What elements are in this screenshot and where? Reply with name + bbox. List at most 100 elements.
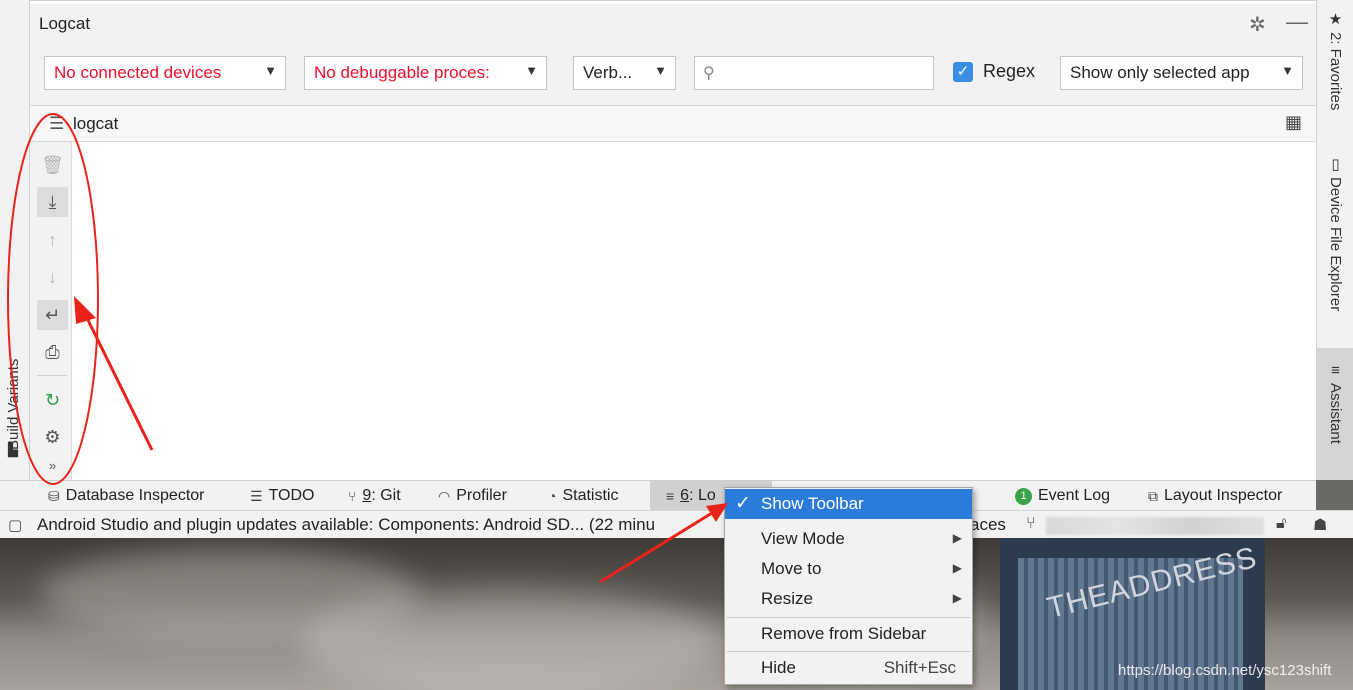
- hamburger-icon[interactable]: ☰: [49, 114, 64, 134]
- logcat-content-tab-bar: ☰ logcat ▦: [30, 106, 1316, 142]
- tool-window-toggle-icon[interactable]: ▢: [8, 516, 22, 534]
- todo-tab[interactable]: ☰ TODO: [250, 481, 315, 511]
- branch-icon: ⑂: [348, 488, 357, 504]
- layout-inspector-tab[interactable]: ⧉ Layout Inspector: [1148, 481, 1282, 511]
- log-output-area[interactable]: [72, 142, 1316, 481]
- favorites-label: 2: Favorites: [1327, 32, 1344, 111]
- logcat-tool-window: Logcat ✲ — No connected devices ▼ No deb…: [30, 0, 1316, 481]
- event-log-label: Event Log: [1038, 487, 1111, 504]
- menu-item-label: Show Toolbar: [761, 494, 864, 513]
- trash-icon[interactable]: 🗑: [37, 150, 68, 180]
- chevron-down-icon: ▼: [654, 63, 667, 78]
- git-label-text: : Git: [371, 487, 401, 504]
- device-file-explorer-tab[interactable]: ▯ Device File Explorer: [1317, 155, 1353, 335]
- favorites-tab[interactable]: ★ 2: Favorites: [1317, 10, 1353, 140]
- chevron-down-icon: ▼: [264, 63, 277, 78]
- log-level-select[interactable]: Verb... ▼: [573, 56, 676, 90]
- right-tool-strip: ★ 2: Favorites ▯ Device File Explorer ≡ …: [1316, 0, 1353, 480]
- tool-window-title: Logcat: [39, 14, 91, 33]
- star-icon: ★: [1328, 11, 1343, 28]
- menu-item-resize[interactable]: Resize ▶: [725, 584, 972, 614]
- inspector-agent-icon[interactable]: ☗: [1313, 515, 1327, 535]
- scroll-to-end-icon[interactable]: ⤓: [37, 187, 68, 217]
- gauge-icon: ◠: [438, 487, 451, 504]
- profiler-label: Profiler: [456, 487, 507, 504]
- cloud-shape: [300, 588, 720, 690]
- status-bar: ▢ Android Studio and plugin updates avai…: [0, 510, 1353, 538]
- settings-icon[interactable]: ⚙: [37, 422, 68, 452]
- todo-label: TODO: [268, 487, 315, 504]
- menu-item-label: Move to: [761, 559, 822, 578]
- app-filter-select[interactable]: Show only selected app ▼: [1060, 56, 1303, 90]
- menu-item-remove-from-sidebar[interactable]: Remove from Sidebar: [725, 619, 972, 649]
- context-menu: ✓ Show Toolbar View Mode ▶ Move to ▶ Res…: [724, 487, 973, 685]
- bottom-tool-bar: ⛁ Database Inspector ☰ TODO ⑂ 9: Git ◠ P…: [0, 480, 1316, 511]
- chevron-down-icon: ▼: [1281, 63, 1294, 78]
- tool-window-header: Logcat ✲ —: [30, 4, 1316, 42]
- build-variants-icon: ▙: [8, 442, 18, 457]
- menu-item-view-mode[interactable]: View Mode ▶: [725, 524, 972, 554]
- git-tab[interactable]: ⑂ 9: Git: [348, 481, 401, 511]
- list-icon: ≡: [1331, 362, 1340, 379]
- device-select-value: No connected devices: [54, 63, 222, 82]
- minimize-icon[interactable]: —: [1286, 9, 1308, 35]
- checkmark-icon: ✓: [735, 493, 751, 514]
- logcat-filter-bar: No connected devices ▼ No debuggable pro…: [30, 42, 1316, 106]
- database-inspector-label: Database Inspector: [65, 487, 205, 504]
- soft-wrap-icon[interactable]: ↵: [37, 300, 68, 330]
- pie-chart-icon: ◔: [548, 488, 557, 504]
- submenu-arrow-icon: ▶: [952, 591, 962, 605]
- submenu-arrow-icon: ▶: [952, 531, 962, 545]
- menu-item-label: Hide: [761, 658, 796, 677]
- list-icon: ≡: [666, 488, 675, 504]
- layout-inspector-label: Layout Inspector: [1164, 487, 1283, 504]
- device-select[interactable]: No connected devices ▼: [44, 56, 286, 90]
- menu-item-show-toolbar[interactable]: ✓ Show Toolbar: [725, 489, 972, 519]
- menu-item-move-to[interactable]: Move to ▶: [725, 554, 972, 584]
- down-arrow-icon[interactable]: ↓: [37, 262, 68, 292]
- process-select-value: No debuggable proces:: [314, 63, 490, 82]
- regex-label: Regex: [983, 61, 1036, 81]
- log-search-input[interactable]: ⚲: [694, 56, 934, 90]
- statistic-label: Statistic: [562, 487, 619, 504]
- profiler-tab[interactable]: ◠ Profiler: [438, 481, 507, 511]
- print-icon[interactable]: ⎙: [37, 337, 68, 367]
- statistic-tab[interactable]: ◔ Statistic: [548, 481, 618, 511]
- app-filter-value: Show only selected app: [1070, 63, 1250, 82]
- layout-options-icon[interactable]: ▦: [1285, 112, 1302, 133]
- restart-icon[interactable]: ↻: [37, 385, 68, 415]
- watermark: https://blog.csdn.net/ysc123shift: [1118, 662, 1332, 679]
- menu-item-shortcut: Shift+Esc: [883, 658, 956, 677]
- status-message[interactable]: Android Studio and plugin updates availa…: [37, 515, 655, 535]
- more-icon[interactable]: »: [37, 451, 68, 481]
- layout-inspector-icon: ⧉: [1148, 487, 1158, 504]
- build-variants-tab[interactable]: Build Variants: [5, 330, 22, 450]
- git-label: 9: Git: [362, 487, 400, 505]
- branch-icon[interactable]: ⑂: [1026, 515, 1036, 533]
- database-icon: ⛁: [48, 487, 60, 504]
- menu-item-label: Remove from Sidebar: [761, 624, 927, 643]
- up-arrow-icon[interactable]: ↑: [37, 225, 68, 255]
- logcat-tab-label[interactable]: logcat: [73, 114, 118, 134]
- event-count-badge: 1: [1015, 487, 1032, 505]
- lock-icon[interactable]: 🔓︎: [1276, 515, 1286, 533]
- regex-checkbox[interactable]: ✓ Regex: [953, 61, 1035, 82]
- process-select[interactable]: No debuggable proces: ▼: [304, 56, 547, 90]
- menu-separator: [727, 651, 970, 652]
- git-shortcut-number: 9: [362, 487, 372, 504]
- menu-separator: [727, 617, 970, 618]
- logcat-bottom-label-text: : Lo: [689, 487, 716, 504]
- blurred-branch-name: [1046, 517, 1264, 535]
- gear-icon[interactable]: ✲: [1249, 12, 1266, 37]
- menu-item-label: View Mode: [761, 529, 845, 548]
- logcat-shortcut-number: 6: [680, 487, 690, 504]
- device-icon: ▯: [1331, 156, 1340, 173]
- submenu-arrow-icon: ▶: [952, 561, 962, 575]
- event-log-tab[interactable]: 1 Event Log: [1015, 481, 1110, 511]
- log-level-value: Verb...: [583, 63, 633, 82]
- checkbox-checked-icon: ✓: [953, 61, 973, 82]
- status-fragment: aces: [970, 515, 1006, 534]
- menu-item-hide[interactable]: Hide Shift+Esc: [725, 653, 972, 683]
- database-inspector-tab[interactable]: ⛁ Database Inspector: [48, 481, 204, 511]
- assistant-tab[interactable]: ≡ Assistant: [1317, 348, 1353, 480]
